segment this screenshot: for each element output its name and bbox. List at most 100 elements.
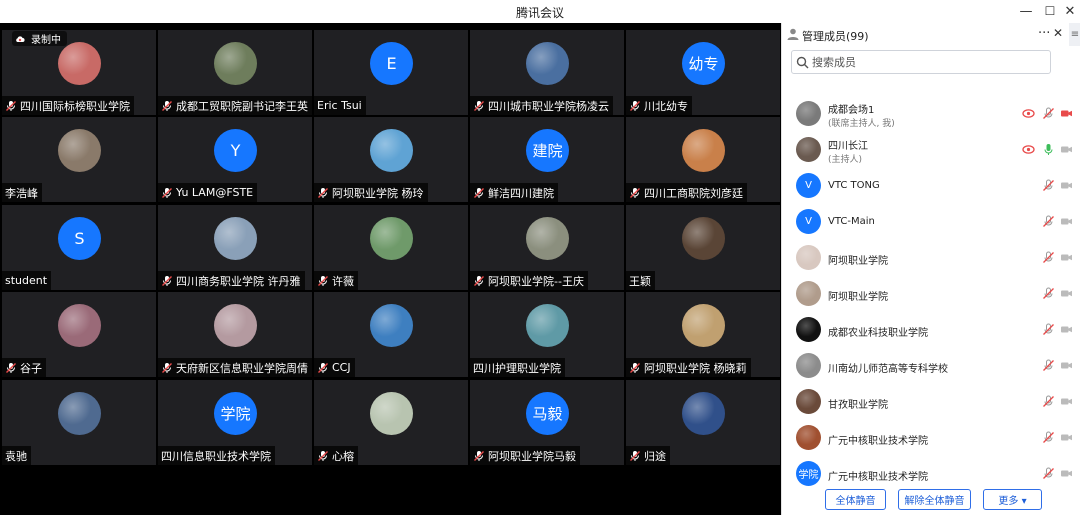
close-window-button[interactable]: ✕ bbox=[1057, 2, 1080, 20]
video-tile[interactable]: 阿坝职业学院 杨晓莉 bbox=[626, 292, 780, 377]
participant-avatar: 学院 bbox=[214, 392, 257, 435]
video-tile[interactable]: 王颖 bbox=[626, 205, 780, 290]
camera-off-icon[interactable] bbox=[1060, 107, 1073, 120]
member-name: VTC-Main bbox=[828, 216, 875, 227]
participant-name: 天府新区信息职业学院周倩 bbox=[176, 361, 308, 375]
participant-avatar bbox=[370, 392, 413, 435]
video-tile[interactable]: Sstudent bbox=[2, 205, 156, 290]
mic-muted-icon[interactable] bbox=[1042, 107, 1055, 120]
video-tile[interactable]: 马毅 阿坝职业学院马毅 bbox=[470, 380, 624, 465]
mic-muted-icon[interactable] bbox=[1042, 251, 1055, 264]
member-search[interactable] bbox=[791, 50, 1051, 74]
participant-avatar: E bbox=[370, 42, 413, 85]
camera-off-icon[interactable] bbox=[1060, 251, 1073, 264]
participant-avatar bbox=[682, 217, 725, 260]
unmute-all-button[interactable]: 解除全体静音 bbox=[898, 489, 971, 510]
member-row[interactable]: 四川长江 (主持人) bbox=[782, 132, 1072, 168]
video-tile[interactable]: 袁驰 bbox=[2, 380, 156, 465]
video-tile[interactable]: 四川城市职业学院杨凌云 bbox=[470, 30, 624, 115]
member-row[interactable]: 成都农业科技职业学院 bbox=[782, 312, 1072, 348]
member-row[interactable]: 成都会场1 (联席主持人, 我) bbox=[782, 96, 1072, 132]
camera-off-icon[interactable] bbox=[1060, 431, 1073, 444]
participant-avatar: Y bbox=[214, 129, 257, 172]
participant-avatar bbox=[370, 304, 413, 347]
members-panel-header: 管理成员(99) ··· ✕ ≡ bbox=[782, 23, 1080, 46]
video-tile[interactable]: 四川商务职业学院 许丹雅 bbox=[158, 205, 312, 290]
mute-all-button[interactable]: 全体静音 bbox=[825, 489, 886, 510]
minimize-button[interactable]: — bbox=[1013, 2, 1039, 20]
mic-on-icon[interactable] bbox=[1042, 143, 1055, 156]
member-row[interactable]: 学院 广元中核职业技术学院 bbox=[782, 456, 1072, 492]
mic-muted-icon bbox=[6, 362, 16, 373]
video-tile[interactable]: 心榕 bbox=[314, 380, 468, 465]
video-tile[interactable]: 归途 bbox=[626, 380, 780, 465]
mic-muted-icon[interactable] bbox=[1042, 323, 1055, 336]
panel-more-icon[interactable]: ··· bbox=[1038, 26, 1050, 41]
member-row[interactable]: 阿坝职业学院 bbox=[782, 240, 1072, 276]
video-tile[interactable]: 阿坝职业学院 杨玲 bbox=[314, 117, 468, 202]
video-tile[interactable]: 建院 鲜洁四川建院 bbox=[470, 117, 624, 202]
window-title: 腾讯会议 bbox=[515, 6, 564, 20]
participant-name-label: 四川国际标榜职业学院 bbox=[2, 96, 134, 115]
video-tile[interactable]: 学院 四川信息职业技术学院 bbox=[158, 380, 312, 465]
screen-share-icon[interactable] bbox=[1022, 143, 1035, 156]
video-tile[interactable]: 成都工贸职院副书记李王英 bbox=[158, 30, 312, 115]
participant-avatar bbox=[58, 392, 101, 435]
member-avatar: V bbox=[796, 209, 821, 234]
camera-off-icon[interactable] bbox=[1060, 287, 1073, 300]
recording-indicator[interactable]: 录制中 bbox=[12, 31, 67, 46]
video-tile[interactable]: 李浩峰 bbox=[2, 117, 156, 202]
video-tile[interactable]: E Eric Tsui bbox=[314, 30, 468, 115]
video-tile[interactable]: 许薇 bbox=[314, 205, 468, 290]
members-panel-title: 管理成员(99) bbox=[802, 30, 869, 43]
member-row[interactable]: 阿坝职业学院 bbox=[782, 276, 1072, 312]
participant-avatar bbox=[526, 42, 569, 85]
mic-muted-icon[interactable] bbox=[1042, 287, 1055, 300]
camera-off-icon[interactable] bbox=[1060, 467, 1073, 480]
mic-muted-icon[interactable] bbox=[1042, 179, 1055, 192]
member-avatar bbox=[796, 425, 821, 450]
video-tile[interactable]: 谷子 bbox=[2, 292, 156, 377]
participant-avatar: 建院 bbox=[526, 129, 569, 172]
video-tile[interactable]: 幼专 川北幼专 bbox=[626, 30, 780, 115]
mic-muted-icon[interactable] bbox=[1042, 359, 1055, 372]
participant-name: 阿坝职业学院 杨玲 bbox=[332, 186, 424, 200]
more-button[interactable]: 更多 ▾ bbox=[983, 489, 1042, 510]
member-row[interactable]: 甘孜职业学院 bbox=[782, 384, 1072, 420]
member-row[interactable]: V VTC TONG bbox=[782, 168, 1072, 204]
video-tile[interactable]: 四川护理职业学院 bbox=[470, 292, 624, 377]
participant-name: 许薇 bbox=[332, 274, 354, 288]
participant-avatar bbox=[682, 304, 725, 347]
mic-muted-icon bbox=[630, 450, 640, 461]
participant-name: 阿坝职业学院 杨晓莉 bbox=[644, 361, 747, 375]
mic-muted-icon[interactable] bbox=[1042, 467, 1055, 480]
screen-share-icon[interactable] bbox=[1022, 107, 1035, 120]
video-tile[interactable]: 阿坝职业学院--王庆 bbox=[470, 205, 624, 290]
video-tile[interactable]: Y Yu LAM@FSTE bbox=[158, 117, 312, 202]
search-input[interactable] bbox=[812, 55, 1032, 69]
camera-off-icon[interactable] bbox=[1060, 179, 1073, 192]
camera-off-icon[interactable] bbox=[1060, 143, 1073, 156]
mic-muted-icon bbox=[318, 362, 328, 373]
camera-off-icon[interactable] bbox=[1060, 215, 1073, 228]
video-tile[interactable]: CCJ bbox=[314, 292, 468, 377]
panel-close-icon[interactable]: ✕ bbox=[1053, 26, 1063, 40]
mic-muted-icon[interactable] bbox=[1042, 395, 1055, 408]
member-name: 川南幼儿师范高等专科学校 bbox=[828, 364, 948, 375]
member-name: 成都会场1 bbox=[828, 105, 875, 116]
mic-muted-icon[interactable] bbox=[1042, 431, 1055, 444]
mic-muted-icon bbox=[162, 187, 172, 198]
camera-off-icon[interactable] bbox=[1060, 395, 1073, 408]
member-avatar bbox=[796, 137, 821, 162]
video-tile[interactable]: 天府新区信息职业学院周倩 bbox=[158, 292, 312, 377]
member-name: 广元中核职业技术学院 bbox=[828, 436, 928, 447]
member-row[interactable]: 广元中核职业技术学院 bbox=[782, 420, 1072, 456]
member-row[interactable]: 川南幼儿师范高等专科学校 bbox=[782, 348, 1072, 384]
video-tile[interactable]: 四川工商职院刘彦廷 bbox=[626, 117, 780, 202]
mic-muted-icon[interactable] bbox=[1042, 215, 1055, 228]
camera-off-icon[interactable] bbox=[1060, 323, 1073, 336]
member-row[interactable]: V VTC-Main bbox=[782, 204, 1072, 240]
side-toggle-icon[interactable]: ≡ bbox=[1069, 23, 1080, 46]
member-avatar: V bbox=[796, 173, 821, 198]
camera-off-icon[interactable] bbox=[1060, 359, 1073, 372]
